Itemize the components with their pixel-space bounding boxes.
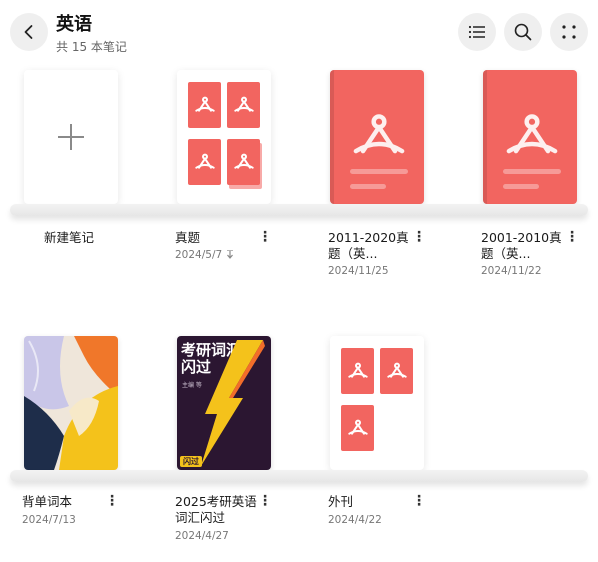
pdf-icon <box>194 96 215 112</box>
notebook-date: 2024/11/22 <box>481 265 542 277</box>
notebook-cover-vocab-flash[interactable]: 考研词汇 闪过 主编 等 闪过 <box>177 336 271 470</box>
book-spine <box>330 70 334 204</box>
bookshelf <box>10 470 588 482</box>
notebook-cover-zhenti[interactable] <box>177 70 271 204</box>
back-button[interactable] <box>10 13 48 51</box>
pdf-thumb <box>188 82 221 128</box>
note-count: 共 15 本笔记 <box>56 40 127 54</box>
notebook-date: 2024/11/25 <box>328 265 389 277</box>
pdf-thumb <box>227 139 260 185</box>
more-options-button[interactable]: ⋮ <box>258 230 272 244</box>
search-button[interactable] <box>504 13 542 51</box>
notebook-date: 2024/7/13 <box>22 514 76 526</box>
notebook-cover-2011-2020[interactable] <box>330 70 424 204</box>
notebook-label: 2025考研英语词汇闪过 <box>175 494 257 525</box>
notebook-date: 2024/4/27 <box>175 530 229 542</box>
pdf-icon <box>233 153 254 169</box>
pdf-icon <box>347 362 368 378</box>
chevron-left-icon <box>24 25 33 39</box>
pin-icon <box>226 249 233 259</box>
plus-icon <box>58 124 84 150</box>
date-text: 2024/5/7 <box>175 249 223 261</box>
lightning-bolt-graphic <box>201 340 265 466</box>
pdf-icon <box>194 153 215 169</box>
notebook-label: 2011-2020真题（英... <box>328 230 409 261</box>
list-icon <box>468 25 485 39</box>
four-dots-icon <box>562 25 576 39</box>
cover-badge: 闪过 <box>180 456 202 467</box>
notebook-label: 真题 <box>175 230 201 245</box>
more-options-button[interactable]: ⋮ <box>412 230 426 244</box>
pdf-thumb <box>380 348 413 394</box>
book-spine <box>483 70 487 204</box>
notebook-cover-vocab-book[interactable] <box>24 336 118 470</box>
pdf-thumb <box>341 405 374 451</box>
notebook-cover-2001-2010[interactable] <box>483 70 577 204</box>
pdf-icon <box>353 114 405 154</box>
more-options-button[interactable]: ⋮ <box>565 230 579 244</box>
pdf-thumb <box>227 82 260 128</box>
more-button[interactable] <box>550 13 588 51</box>
top-bar: 英语 共 15 本笔记 <box>0 0 598 62</box>
notebook-label: 外刊 <box>328 494 354 509</box>
notebook-cover-waikan[interactable] <box>330 336 424 470</box>
pdf-icon <box>386 362 407 378</box>
more-options-button[interactable]: ⋮ <box>412 494 426 508</box>
pdf-icon <box>347 419 368 435</box>
pdf-thumb <box>188 139 221 185</box>
more-options-button[interactable]: ⋮ <box>105 494 119 508</box>
list-view-button[interactable] <box>458 13 496 51</box>
cover-line <box>350 169 408 174</box>
more-options-button[interactable]: ⋮ <box>258 494 272 508</box>
notebook-date: 2024/4/22 <box>328 514 382 526</box>
search-icon <box>514 23 532 41</box>
cover-line <box>503 169 561 174</box>
abstract-cover-art <box>24 336 118 470</box>
notebook-label: 新建笔记 <box>44 230 95 245</box>
pdf-icon <box>233 96 254 112</box>
notebook-label: 背单词本 <box>22 494 73 509</box>
cover-line <box>503 184 539 189</box>
page-title: 英语 <box>56 14 92 35</box>
bookshelf <box>10 204 588 216</box>
notebook-date: 2024/5/7 <box>175 249 234 261</box>
pdf-icon <box>506 114 558 154</box>
pdf-thumb <box>341 348 374 394</box>
new-note-card[interactable] <box>24 70 118 204</box>
cover-line <box>350 184 386 189</box>
notebook-label: 2001-2010真题（英... <box>481 230 562 261</box>
